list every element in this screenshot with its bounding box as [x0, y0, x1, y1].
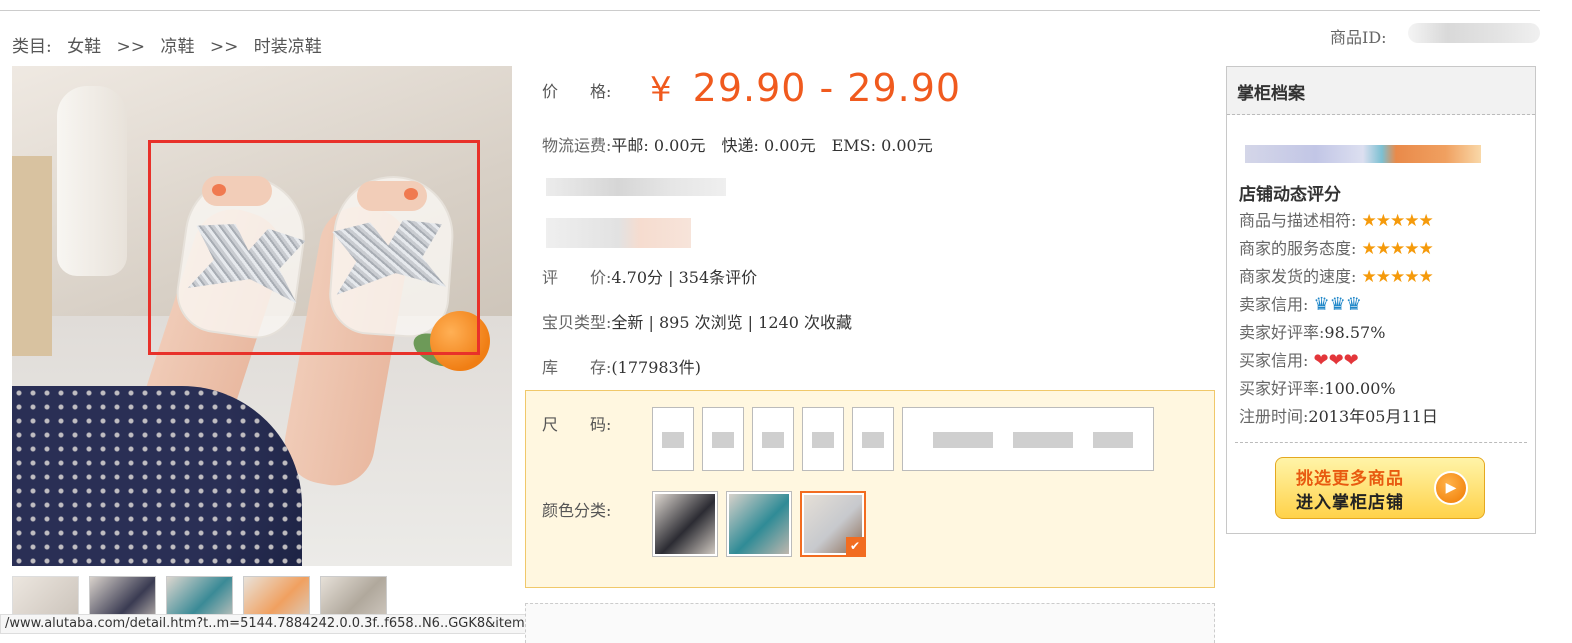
breadcrumb-separator: >>: [116, 37, 146, 57]
heart-icon: ❤❤❤: [1313, 350, 1359, 371]
enter-shop-line1: 挑选更多商品: [1296, 469, 1404, 489]
star-rating-icon: ★★★★★: [1361, 239, 1434, 259]
size-option[interactable]: [852, 407, 894, 471]
star-rating-icon: ★★★★★: [1361, 211, 1434, 231]
dsr-row-description: 商品与描述相符: ★★★★★: [1239, 207, 1434, 231]
arrow-right-icon: ▶: [1434, 471, 1468, 505]
rating-row: 评 价:4.70分 | 354条评价: [542, 264, 757, 288]
register-date-value: 2013年05月11日: [1308, 407, 1438, 426]
seller-rate-label: 卖家好评率:: [1239, 323, 1325, 342]
dsr-row-shipping: 商家发货的速度: ★★★★★: [1239, 263, 1434, 287]
seller-rate-value: 98.57%: [1324, 323, 1386, 342]
currency-symbol: ¥: [650, 70, 673, 110]
item-type-label: 宝贝类型:: [542, 313, 612, 332]
seller-credit-row: 卖家信用: ♛♛♛: [1239, 291, 1362, 315]
shipping-value: 平邮: 0.00元 快递: 0.00元 EMS: 0.00元: [611, 136, 933, 155]
star-rating-icon: ★★★★★: [1361, 267, 1434, 287]
shipping-label: 物流运费:: [542, 136, 612, 155]
seller-credit-label: 卖家信用:: [1239, 295, 1309, 314]
shop-profile-panel: 掌柜档案 店铺动态评分 商品与描述相符: ★★★★★ 商家的服务态度: ★★★★…: [1226, 66, 1536, 534]
redacted-line: [546, 178, 726, 196]
buyer-rate-value: 100.00%: [1324, 379, 1396, 398]
buyer-credit-row: 买家信用: ❤❤❤: [1239, 347, 1359, 371]
size-option[interactable]: [752, 407, 794, 471]
breadcrumb-label: 类目:: [12, 37, 52, 57]
top-divider: [0, 10, 1540, 11]
enter-shop-line2: 进入掌柜店铺: [1296, 493, 1404, 513]
product-id-label: 商品ID:: [1330, 28, 1387, 47]
dsr-label: 商家发货的速度:: [1239, 267, 1357, 286]
breadcrumb-item-fashion-sandals[interactable]: 时装凉鞋: [254, 37, 322, 57]
price-range: ¥29.90 - 29.90: [650, 66, 961, 110]
enter-shop-button[interactable]: 挑选更多商品 进入掌柜店铺 ▶: [1275, 457, 1485, 519]
size-option[interactable]: [652, 407, 694, 471]
checkmark-icon: ✔: [846, 537, 864, 555]
stock-label: 库 存:: [542, 358, 612, 377]
color-option[interactable]: [726, 491, 792, 557]
stock-row: 库 存:(177983件): [542, 354, 701, 378]
stock-value: (177983件): [611, 358, 701, 377]
dsr-label: 商品与描述相符:: [1239, 211, 1357, 230]
rating-value[interactable]: 4.70分 | 354条评价: [611, 268, 757, 287]
breadcrumb-item-sandals[interactable]: 凉鞋: [160, 37, 194, 57]
highlight-box: [148, 140, 480, 355]
dsr-label: 商家的服务态度:: [1239, 239, 1357, 258]
breadcrumb: 类目: 女鞋 >> 凉鞋 >> 时装凉鞋: [12, 32, 332, 57]
buyer-credit-label: 买家信用:: [1239, 351, 1309, 370]
seller-rate-row: 卖家好评率:98.57%: [1239, 319, 1385, 343]
size-label: 尺 码:: [542, 415, 612, 434]
dsr-title: 店铺动态评分: [1239, 185, 1341, 205]
panel-divider: [1235, 442, 1527, 443]
crown-icon: ♛♛♛: [1313, 294, 1362, 315]
register-date-row: 注册时间:2013年05月11日: [1239, 403, 1438, 427]
shop-panel-title: 掌柜档案: [1227, 67, 1535, 115]
color-option[interactable]: [652, 491, 718, 557]
price-value: 29.90 - 29.90: [692, 66, 962, 110]
buyer-rate-row: 买家好评率:100.00%: [1239, 375, 1396, 399]
breadcrumb-separator: >>: [209, 37, 239, 57]
size-option[interactable]: [802, 407, 844, 471]
price-label: 价 格:: [542, 82, 612, 101]
shop-name-redacted[interactable]: [1245, 145, 1481, 163]
redacted-line: [546, 218, 691, 248]
breadcrumb-item-women-shoes[interactable]: 女鞋: [67, 37, 101, 57]
rating-label: 评 价:: [542, 268, 612, 287]
buyer-rate-label: 买家好评率:: [1239, 379, 1325, 398]
shipping-row: 物流运费:平邮: 0.00元 快递: 0.00元 EMS: 0.00元: [542, 132, 933, 156]
color-option-selected[interactable]: ✔: [800, 491, 866, 557]
purchase-area: [525, 603, 1215, 643]
product-id-value-redacted: [1408, 23, 1540, 43]
dsr-row-service: 商家的服务态度: ★★★★★: [1239, 235, 1434, 259]
size-option[interactable]: [702, 407, 744, 471]
size-option-wide[interactable]: [902, 407, 1154, 471]
sku-selector: 尺 码: 颜色分类: ✔: [525, 390, 1215, 588]
item-type-value: 全新 | 895 次浏览 | 1240 次收藏: [611, 313, 852, 332]
register-date-label: 注册时间:: [1239, 407, 1309, 426]
color-label: 颜色分类:: [542, 501, 612, 520]
item-type-row: 宝贝类型:全新 | 895 次浏览 | 1240 次收藏: [542, 309, 852, 333]
